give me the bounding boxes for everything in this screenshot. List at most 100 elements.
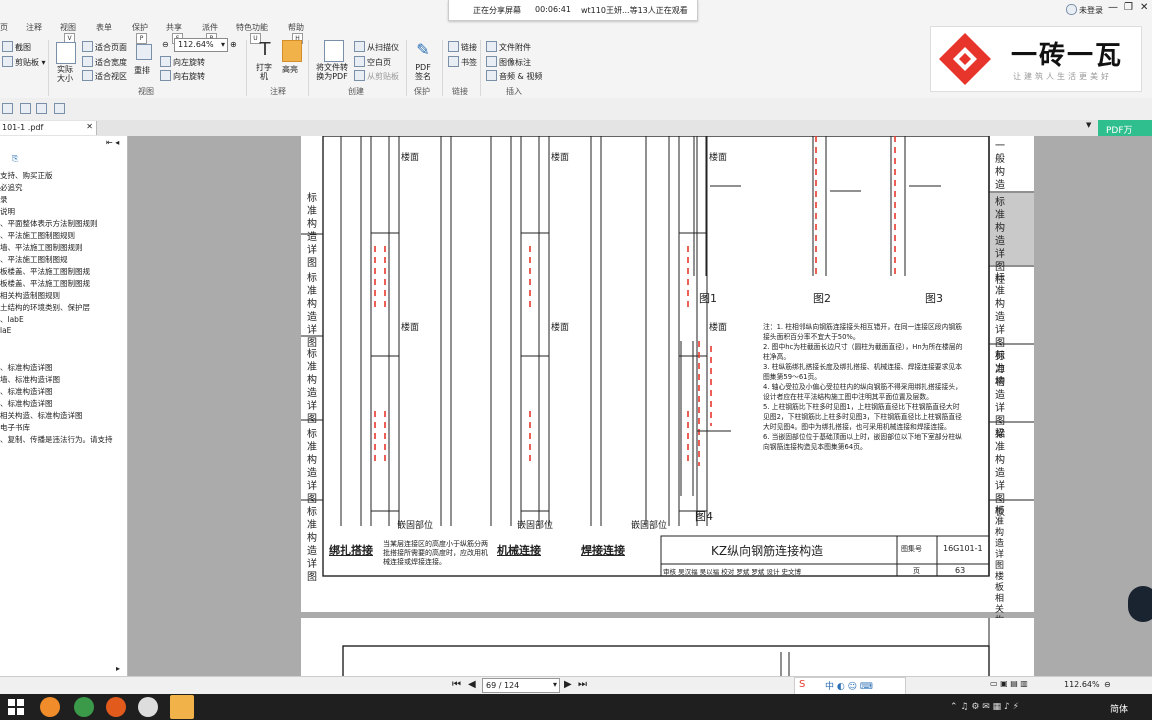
blank-page-button[interactable]: 空白页 (354, 56, 391, 68)
prev-page-icon[interactable]: ◀ (468, 679, 476, 690)
bookmark-item[interactable]: 相关构造、标准构造详图 (0, 410, 83, 421)
first-page-icon[interactable]: ⏮ (452, 679, 461, 690)
bookmark-item[interactable]: 、平法施工图制图规 (0, 254, 68, 265)
last-page-icon[interactable]: ⏭ (578, 679, 587, 690)
rotate-left-button[interactable]: 向左旋转 (160, 56, 205, 68)
highlight-button[interactable]: 高亮 (282, 64, 298, 75)
reflow-button[interactable] (136, 44, 154, 60)
document-view[interactable]: 标准构造详图 标准构造详图 标准构造详图 标准构造详图 标准构造详图 楼面 楼面… (128, 136, 1152, 678)
bookmark-item[interactable]: 、标准构造详图 (0, 386, 53, 397)
bookmark-item[interactable]: 支持、购买正版 (0, 170, 53, 181)
audio-video-button[interactable]: 音频 & 视频 (486, 70, 542, 82)
blank-page-icon (354, 56, 365, 67)
tab-share[interactable]: 共享 (166, 22, 182, 33)
ime-toolbar[interactable]: S 中 ◐ ☺ ⌨ (794, 677, 906, 695)
tray-icons[interactable]: ⌃ ♫ ⚙ ✉ ▦ ♪ ⚡ (950, 702, 1019, 712)
bookmark-item[interactable]: 、labE (0, 314, 24, 325)
group-insert-label: 插入 (506, 87, 522, 96)
close-tab-icon[interactable]: ✕ (86, 122, 93, 131)
fit-page-icon (82, 41, 93, 52)
app-icon[interactable] (138, 697, 158, 717)
tab-view[interactable]: 视图 (60, 22, 76, 33)
next-page-icon[interactable]: ▶ (564, 679, 572, 690)
floating-timer-icon[interactable] (1128, 586, 1152, 622)
typewriter-icon[interactable]: T (256, 40, 274, 60)
convert-to-pdf-icon[interactable] (324, 40, 344, 62)
from-clipboard-button[interactable]: 从剪贴板 (354, 70, 399, 82)
keytip-5[interactable] (2, 103, 13, 114)
reflow-label[interactable]: 重排 (134, 65, 150, 76)
collapse-panel-icon[interactable]: ⇤ ◂ (106, 138, 119, 147)
fit-page-button[interactable]: 适合页面 (82, 41, 127, 53)
dropdown-icon[interactable]: ▼ (1086, 121, 1091, 129)
tab-page[interactable]: 页 (0, 22, 8, 33)
keytip-7[interactable] (36, 103, 47, 114)
restore-icon[interactable]: ❐ (1124, 2, 1133, 13)
bookmark-button[interactable]: 书签 (448, 56, 477, 68)
highlight-icon[interactable] (282, 40, 302, 62)
tab-protect[interactable]: 保护 (132, 22, 148, 33)
bookmark-item[interactable]: 、平面整体表示方法制图规则 (0, 218, 98, 229)
clipboard-button[interactable]: 剪贴板 ▾ (2, 56, 46, 68)
bookmark-item[interactable]: 墙、平法施工图制图规则 (0, 242, 83, 253)
zoom-out-icon[interactable]: ⊖ (162, 40, 169, 49)
tab-special[interactable]: 特色功能 (236, 22, 268, 33)
bookmark-item[interactable]: 电子书库 (0, 422, 30, 433)
from-scanner-button[interactable]: 从扫描仪 (354, 41, 399, 53)
view-mode-icons[interactable]: ▭ ▣ ▤ ▥ (990, 679, 1028, 688)
pdf-sign-button[interactable]: PDF签名 (413, 63, 433, 81)
media-player-icon[interactable] (74, 697, 94, 717)
bookmark-item[interactable]: 相关构造制图规则 (0, 290, 60, 301)
tab-help[interactable]: 帮助 (288, 22, 304, 33)
scroll-right-icon[interactable]: ▸ (116, 664, 120, 673)
pen-icon[interactable]: ✎ (414, 40, 432, 60)
logo-name: 一砖一瓦 (1011, 41, 1124, 71)
minimize-icon[interactable]: — (1108, 2, 1118, 13)
tab-form[interactable]: 表单 (96, 22, 112, 33)
firefox-icon[interactable] (106, 697, 126, 717)
browser-app-icon[interactable] (40, 697, 60, 717)
zoom-in-icon[interactable]: ⊕ (230, 40, 237, 49)
bookmark-tool-icon[interactable]: ⎘ (12, 154, 18, 164)
zoom-minus-icon[interactable]: ⊖ (1104, 680, 1111, 689)
zoom-select[interactable]: 112.64% ▾ (174, 38, 228, 52)
pdf-reader-taskbar-icon[interactable] (170, 695, 194, 719)
bookmark-item[interactable]: 说明 (0, 206, 15, 217)
bookmark-item[interactable]: 土结构的环境类别、保护层 (0, 302, 90, 313)
tab-dispatch[interactable]: 派件 (202, 22, 218, 33)
typewriter-button[interactable]: 打字机 (256, 63, 272, 81)
screenshot-button[interactable]: 截图 (2, 41, 31, 53)
file-attach-button[interactable]: 文件附件 (486, 41, 531, 53)
pdf-convert-button[interactable]: PDF万 (1098, 120, 1152, 136)
bookmark-item[interactable]: 板楼盖、平法施工图制图规 (0, 278, 90, 289)
keytip-6[interactable] (20, 103, 31, 114)
fit-width-button[interactable]: 适合宽度 (82, 56, 127, 68)
ime-language[interactable]: 简体 (1110, 702, 1128, 715)
sign-cell: 审核 (663, 568, 676, 576)
actual-size-button[interactable]: 实际大小 (54, 65, 76, 83)
link-button[interactable]: 链接 (448, 41, 477, 53)
image-mark-button[interactable]: 图像标注 (486, 56, 531, 68)
zoom-level[interactable]: 112.64% (1064, 680, 1100, 689)
page-input[interactable]: 69 / 124 ▾ (482, 678, 560, 693)
actual-size-icon[interactable] (56, 42, 76, 64)
bookmark-item[interactable]: 板楼盖、平法施工图制图规 (0, 266, 90, 277)
bookmark-item[interactable]: 录 (0, 194, 8, 205)
windows-start-icon[interactable] (8, 699, 24, 715)
side-tab-general[interactable]: 一般构造 (995, 140, 1009, 192)
convert-to-pdf-button[interactable]: 将文件转换为PDF (314, 63, 350, 81)
bookmark-item[interactable]: laE (0, 326, 11, 335)
bookmark-item[interactable]: 、复制、传播是违法行为。请支持 (0, 434, 113, 445)
login-button[interactable]: 未登录 (1066, 4, 1103, 16)
rotate-right-button[interactable]: 向右旋转 (160, 70, 205, 82)
bookmark-item[interactable]: 、标准构造详图 (0, 362, 53, 373)
tab-document[interactable]: 101-1 .pdf ✕ (0, 121, 97, 135)
bookmark-item[interactable]: 墙、标准构造详图 (0, 374, 60, 385)
close-icon[interactable]: ✕ (1140, 2, 1148, 13)
bookmark-item[interactable]: 、标准构造详图 (0, 398, 53, 409)
bookmark-item[interactable]: 必追究 (0, 182, 23, 193)
tab-comment[interactable]: 注释 (26, 22, 42, 33)
keytip-8[interactable] (54, 103, 65, 114)
bookmark-item[interactable]: 、平法施工图制图规则 (0, 230, 75, 241)
fit-view-button[interactable]: 适合视区 (82, 70, 127, 82)
